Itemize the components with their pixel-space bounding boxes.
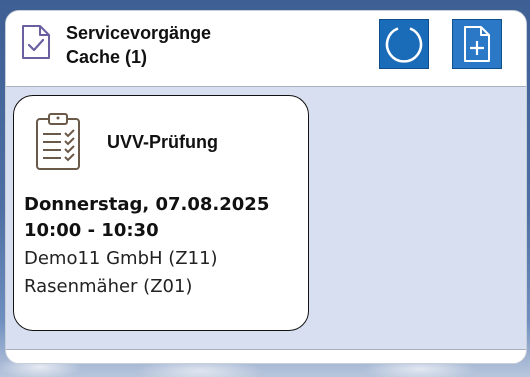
new-document-button[interactable] — [452, 19, 502, 69]
document-check-icon — [22, 25, 50, 59]
panel-header: Servicevorgänge Cache (1) — [6, 11, 526, 87]
clipboard-checklist-icon — [36, 113, 80, 170]
card-date: Donnerstag, 07.08.2025 — [24, 194, 270, 215]
content-area: UVV-Prüfung Donnerstag, 07.08.2025 10:00… — [6, 87, 526, 349]
service-panel: Servicevorgänge Cache (1) UVV-Prüfung Do… — [5, 10, 527, 364]
refresh-button[interactable] — [379, 19, 429, 69]
service-card[interactable]: UVV-Prüfung Donnerstag, 07.08.2025 10:00… — [13, 95, 309, 331]
page-title: Servicevorgänge Cache (1) — [66, 21, 211, 69]
title-line-1: Servicevorgänge — [66, 23, 212, 43]
new-document-icon — [464, 26, 490, 62]
card-time: 10:00 - 10:30 — [24, 220, 159, 241]
card-customer: Demo11 GmbH (Z11) — [24, 248, 218, 269]
title-line-2: Cache (1) — [66, 47, 148, 67]
card-object: Rasenmäher (Z01) — [24, 276, 193, 297]
panel-footer — [6, 349, 526, 363]
refresh-icon — [385, 27, 423, 63]
card-title: UVV-Prüfung — [107, 132, 218, 152]
